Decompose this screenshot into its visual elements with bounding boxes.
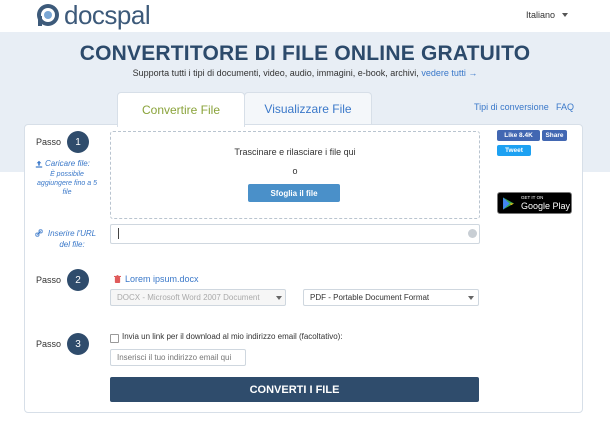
logo-text[interactable]: docspal	[64, 0, 151, 30]
upload-files-link[interactable]: Caricare file:	[45, 159, 90, 168]
page-title: CONVERTITORE DI FILE ONLINE GRATUITO	[79, 42, 531, 65]
subtitle-text: Supporta tutti i tipi di documenti, vide…	[132, 68, 419, 78]
chevron-down-icon[interactable]	[276, 296, 282, 300]
conversion-types-link[interactable]: Tipi di conversione	[474, 102, 549, 112]
step-2-circle: 2	[67, 269, 89, 291]
see-all-link[interactable]: vedere tutti →	[421, 68, 477, 78]
step-1-circle: 1	[67, 131, 89, 153]
tab-view-files[interactable]: Visualizzare File	[244, 92, 372, 125]
facebook-like-button[interactable]: Like 8.4K	[497, 130, 540, 141]
docspal-logo-icon[interactable]	[36, 3, 60, 27]
drop-instruction: Trascinare e rilasciare i file qui	[234, 147, 356, 157]
link-icon	[35, 229, 43, 237]
source-format-select[interactable]: DOCX - Microsoft Word 2007 Document	[110, 289, 286, 306]
tweet-button[interactable]: Tweet	[497, 145, 531, 156]
language-selector[interactable]: Italiano	[526, 10, 555, 20]
faq-link[interactable]: FAQ	[556, 102, 574, 112]
trash-icon[interactable]	[114, 275, 121, 283]
target-format-select[interactable]: PDF - Portable Document Format	[303, 289, 479, 306]
chevron-down-icon[interactable]	[468, 296, 474, 300]
uploaded-file-name[interactable]: Lorem ipsum.docx	[125, 274, 199, 284]
convert-files-button[interactable]: CONVERTI I FILE	[110, 377, 479, 402]
file-url-link[interactable]: Inserire l'URL del file:	[45, 228, 99, 250]
or-separator: o	[292, 166, 298, 176]
step-2-label: Passo	[36, 275, 62, 285]
step-3-label: Passo	[36, 339, 62, 349]
upload-limit-note: È possibile aggiungere fino a 5 file	[37, 171, 97, 196]
chevron-down-icon[interactable]	[562, 13, 568, 17]
file-url-input[interactable]	[110, 224, 480, 244]
add-url-icon[interactable]	[468, 229, 477, 238]
step-1-label: Passo	[36, 137, 62, 147]
gplay-small-text: GET IT ON	[521, 195, 544, 200]
email-link-checkbox[interactable]	[110, 334, 119, 343]
gplay-big-text: Google Play	[521, 201, 571, 211]
facebook-share-button[interactable]: Share	[542, 130, 567, 141]
google-play-icon	[503, 197, 514, 210]
tab-convert-files[interactable]: Convertire File	[117, 92, 245, 127]
page-subtitle: Supporta tutti i tipi di documenti, vide…	[0, 68, 610, 78]
step-3-circle: 3	[67, 333, 89, 355]
browse-file-button[interactable]: Sfoglia il file	[248, 184, 340, 202]
text-cursor	[118, 228, 119, 239]
upload-icon[interactable]	[35, 160, 43, 168]
email-input[interactable]: Inserisci il tuo indirizzo email qui	[110, 349, 246, 366]
email-link-label: Invia un link per il download al mio ind…	[122, 332, 343, 341]
